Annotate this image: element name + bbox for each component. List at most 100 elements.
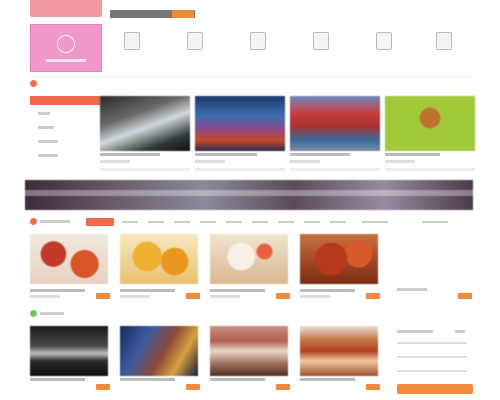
tab-stub (200, 221, 216, 223)
text-stub (290, 160, 320, 163)
venue-image (120, 326, 198, 376)
text-stub (300, 295, 330, 298)
text-stub (385, 160, 415, 163)
text-stub (100, 160, 130, 163)
food-image (120, 234, 198, 284)
listing-image (385, 96, 475, 151)
text-stub (397, 356, 467, 358)
text-stub (210, 295, 240, 298)
pink-hero-icon (57, 34, 75, 53)
listing-image (195, 96, 285, 151)
tab-stub (148, 221, 164, 223)
food-card[interactable] (30, 234, 108, 287)
text-stub (290, 168, 380, 171)
tab-stub (122, 221, 138, 223)
divider (30, 76, 472, 77)
food-card[interactable] (210, 234, 288, 287)
text-stub (397, 330, 433, 333)
order-button[interactable] (96, 293, 110, 299)
sidebar-text-stub (38, 126, 54, 129)
text-stub (100, 153, 160, 156)
text-stub (455, 330, 465, 333)
top-promo-block[interactable] (30, 0, 102, 17)
section-icon (30, 218, 37, 225)
order-button[interactable] (366, 293, 380, 299)
text-stub (40, 220, 70, 223)
venue-image (300, 326, 378, 376)
tab-stub (226, 221, 242, 223)
text-stub (397, 342, 467, 344)
document-icon (124, 32, 140, 50)
text-stub (195, 153, 257, 156)
promo-banner[interactable] (25, 180, 473, 210)
order-button[interactable] (186, 293, 200, 299)
venue-card[interactable] (300, 326, 378, 379)
text-stub (195, 168, 285, 171)
text-stub (120, 289, 175, 292)
service-item[interactable] (305, 32, 337, 72)
service-item[interactable] (368, 32, 400, 72)
text-stub (30, 289, 85, 292)
venue-image (210, 326, 288, 376)
order-button[interactable] (276, 293, 290, 299)
food-image (210, 234, 288, 284)
text-stub (385, 153, 440, 156)
text-stub (100, 168, 190, 171)
tab-stub (304, 221, 320, 223)
pink-hero-text (46, 58, 86, 62)
tab-stub (422, 221, 448, 223)
order-button[interactable] (186, 384, 200, 390)
section-title (40, 312, 64, 315)
sidebar-header[interactable] (30, 96, 100, 105)
text-stub (300, 289, 355, 292)
tab-stub (174, 221, 190, 223)
sidebar-text-stub (38, 140, 58, 143)
chat-icon (313, 32, 329, 50)
text-stub (290, 153, 350, 156)
text-stub (120, 378, 175, 381)
listing-image (290, 96, 380, 151)
service-item[interactable] (116, 32, 148, 72)
text-stub (30, 295, 60, 298)
service-item[interactable] (428, 32, 460, 72)
text-stub (397, 370, 467, 372)
food-image (300, 234, 378, 284)
tab-stub (330, 221, 346, 223)
list-icon (250, 32, 266, 50)
cta-button[interactable] (397, 384, 473, 394)
venue-card[interactable] (210, 326, 288, 379)
top-orange-button[interactable] (172, 10, 194, 18)
service-item[interactable] (179, 32, 211, 72)
tab-stub (252, 221, 268, 223)
text-stub (210, 289, 265, 292)
text-stub (30, 378, 85, 381)
tool-icon (436, 32, 452, 50)
text-stub (195, 160, 225, 163)
star-icon (376, 32, 392, 50)
food-card[interactable] (120, 234, 198, 287)
service-item[interactable] (242, 32, 274, 72)
tab[interactable] (86, 218, 114, 226)
text-stub (210, 378, 265, 381)
text-stub (385, 168, 475, 171)
tab-stub (362, 221, 388, 223)
venue-card[interactable] (120, 326, 198, 379)
section-icon (30, 310, 37, 317)
listing-image (100, 96, 190, 151)
venue-card[interactable] (30, 326, 108, 379)
food-card[interactable] (300, 234, 378, 287)
section-icon (30, 80, 37, 87)
text-stub (300, 378, 355, 381)
text-stub (397, 288, 427, 291)
pink-hero-tile[interactable] (30, 24, 102, 72)
order-button[interactable] (458, 293, 472, 299)
order-button[interactable] (96, 384, 110, 390)
sidebar-text-stub (38, 112, 50, 115)
calendar-icon (187, 32, 203, 50)
order-button[interactable] (366, 384, 380, 390)
tab-stub (278, 221, 294, 223)
text-stub (120, 295, 150, 298)
sidebar-text-stub (38, 154, 58, 157)
venue-image (30, 326, 108, 376)
order-button[interactable] (276, 384, 290, 390)
